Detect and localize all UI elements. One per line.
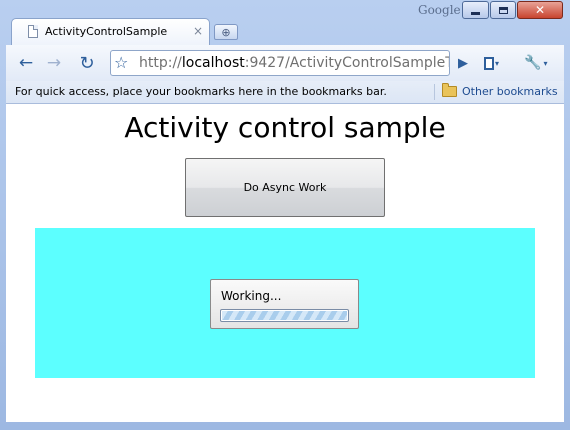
back-button[interactable]: ←: [14, 51, 38, 75]
minimize-icon: [471, 11, 480, 15]
reload-icon: ↻: [79, 52, 95, 74]
activity-label: Working...: [221, 289, 282, 303]
tab-close-icon[interactable]: ×: [193, 24, 203, 38]
page-content: Activity control sample Do Async Work Wo…: [6, 104, 564, 422]
close-window-button[interactable]: ✕: [517, 1, 563, 19]
url-text[interactable]: http://localhost:9427/ActivityControlSam…: [139, 55, 450, 71]
maximize-icon: [498, 6, 508, 14]
browser-window: Google ✕ ActivityControlSample × ⊕ ← → ↻…: [0, 0, 570, 430]
new-tab-button[interactable]: ⊕: [214, 24, 238, 40]
page-title: Activity control sample: [124, 111, 446, 144]
url-scheme: http://: [139, 55, 182, 71]
reload-button[interactable]: ↻: [74, 51, 100, 75]
tab-title: ActivityControlSample: [45, 25, 168, 38]
bookmarks-divider: [434, 84, 435, 100]
page-icon: [28, 25, 38, 38]
play-icon: ▶: [458, 55, 468, 71]
wrench-menu-button[interactable]: 🔧 ▾: [524, 51, 558, 75]
page-menu-button[interactable]: ▾: [484, 53, 514, 73]
browser-toolbar: ← → ↻ ☆ http://localhost:9427/ActivityCo…: [6, 45, 564, 81]
activity-indicator: Working...: [210, 279, 359, 329]
progress-fill: [222, 311, 347, 320]
address-bar[interactable]: ☆ http://localhost:9427/ActivityControlS…: [110, 50, 450, 76]
folder-icon: [442, 83, 457, 97]
activity-panel: Working...: [35, 228, 535, 378]
other-bookmarks-link[interactable]: Other bookmarks: [462, 85, 558, 98]
maximize-button[interactable]: [490, 1, 516, 19]
back-arrow-icon: ←: [18, 53, 34, 73]
url-path: :9427/ActivityControlSampleTe: [244, 55, 450, 71]
chevron-down-icon: ▾: [543, 58, 548, 68]
go-button[interactable]: ▶: [452, 51, 474, 75]
minimize-button[interactable]: [462, 1, 489, 19]
plus-icon: ⊕: [221, 25, 231, 39]
page-icon: [484, 56, 494, 70]
forward-arrow-icon: →: [46, 53, 62, 73]
progress-bar: [220, 309, 349, 322]
bookmark-star-icon[interactable]: ☆: [114, 53, 128, 72]
forward-button[interactable]: →: [42, 51, 66, 75]
chevron-down-icon: ▾: [495, 58, 500, 68]
tab-activity-control-sample[interactable]: ActivityControlSample ×: [11, 18, 210, 46]
wrench-icon: 🔧: [524, 55, 542, 71]
url-host: localhost: [181, 55, 245, 71]
bookmarks-hint: For quick access, place your bookmarks h…: [15, 85, 387, 98]
bookmarks-bar: For quick access, place your bookmarks h…: [6, 81, 564, 104]
browser-brand: Google: [418, 3, 461, 17]
do-async-work-button[interactable]: Do Async Work: [185, 158, 385, 217]
close-icon: ✕: [534, 3, 546, 17]
